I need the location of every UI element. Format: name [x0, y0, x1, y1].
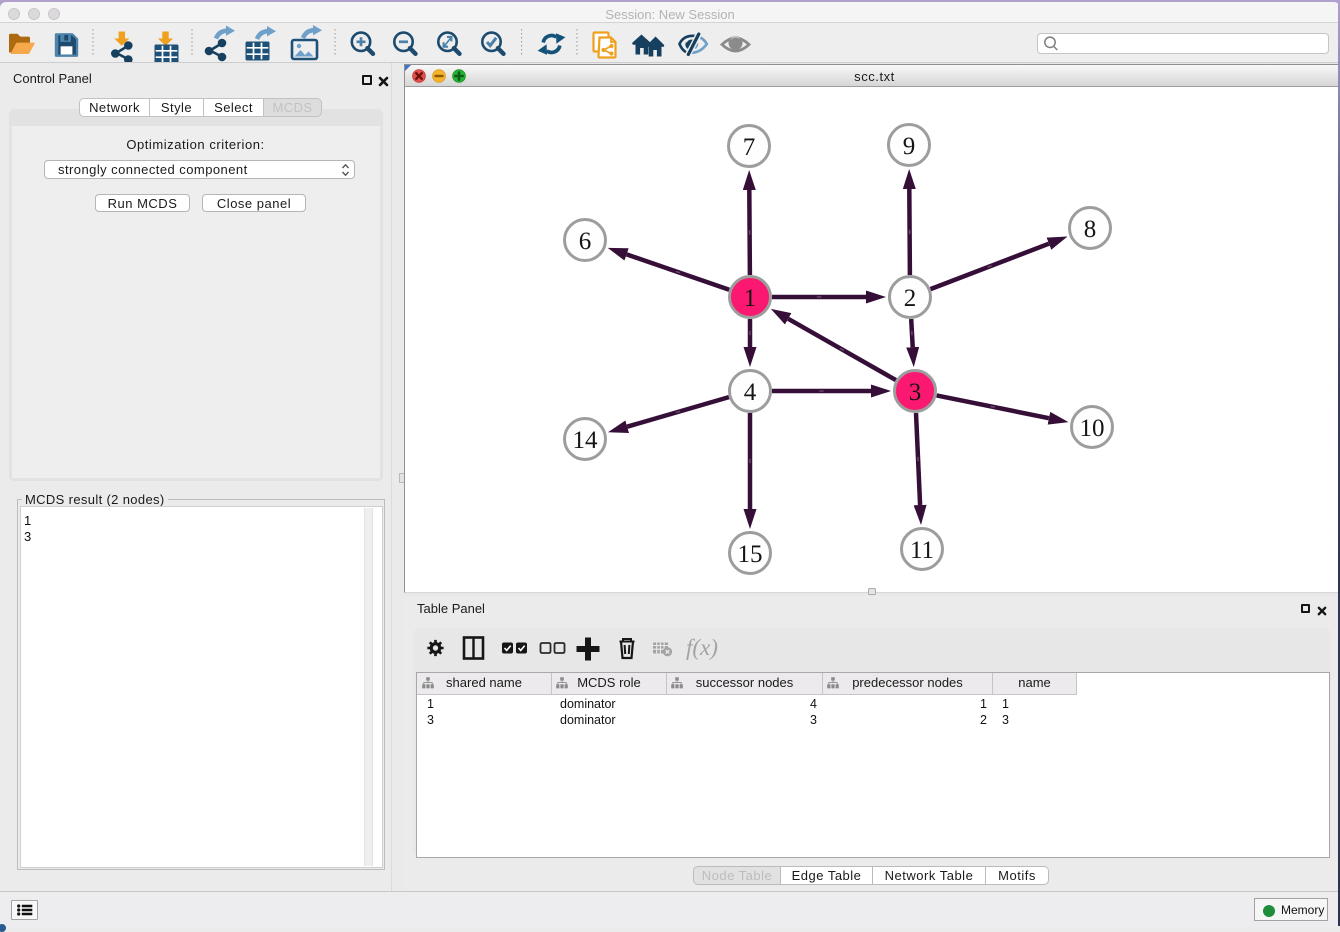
svg-text:1: 1: [744, 285, 757, 312]
svg-text:6: 6: [579, 228, 592, 255]
svg-text:2: 2: [904, 285, 917, 312]
svg-text:7: 7: [743, 134, 756, 161]
svg-text:14: 14: [573, 427, 599, 454]
svg-text:9: 9: [903, 133, 916, 160]
svg-text:11: 11: [910, 537, 934, 564]
svg-text:8: 8: [1084, 216, 1097, 243]
svg-text:10: 10: [1080, 415, 1105, 442]
svg-text:4: 4: [744, 379, 757, 406]
svg-text:15: 15: [738, 541, 763, 568]
svg-text:3: 3: [909, 379, 922, 406]
svg-text:f(x): f(x): [686, 635, 718, 660]
